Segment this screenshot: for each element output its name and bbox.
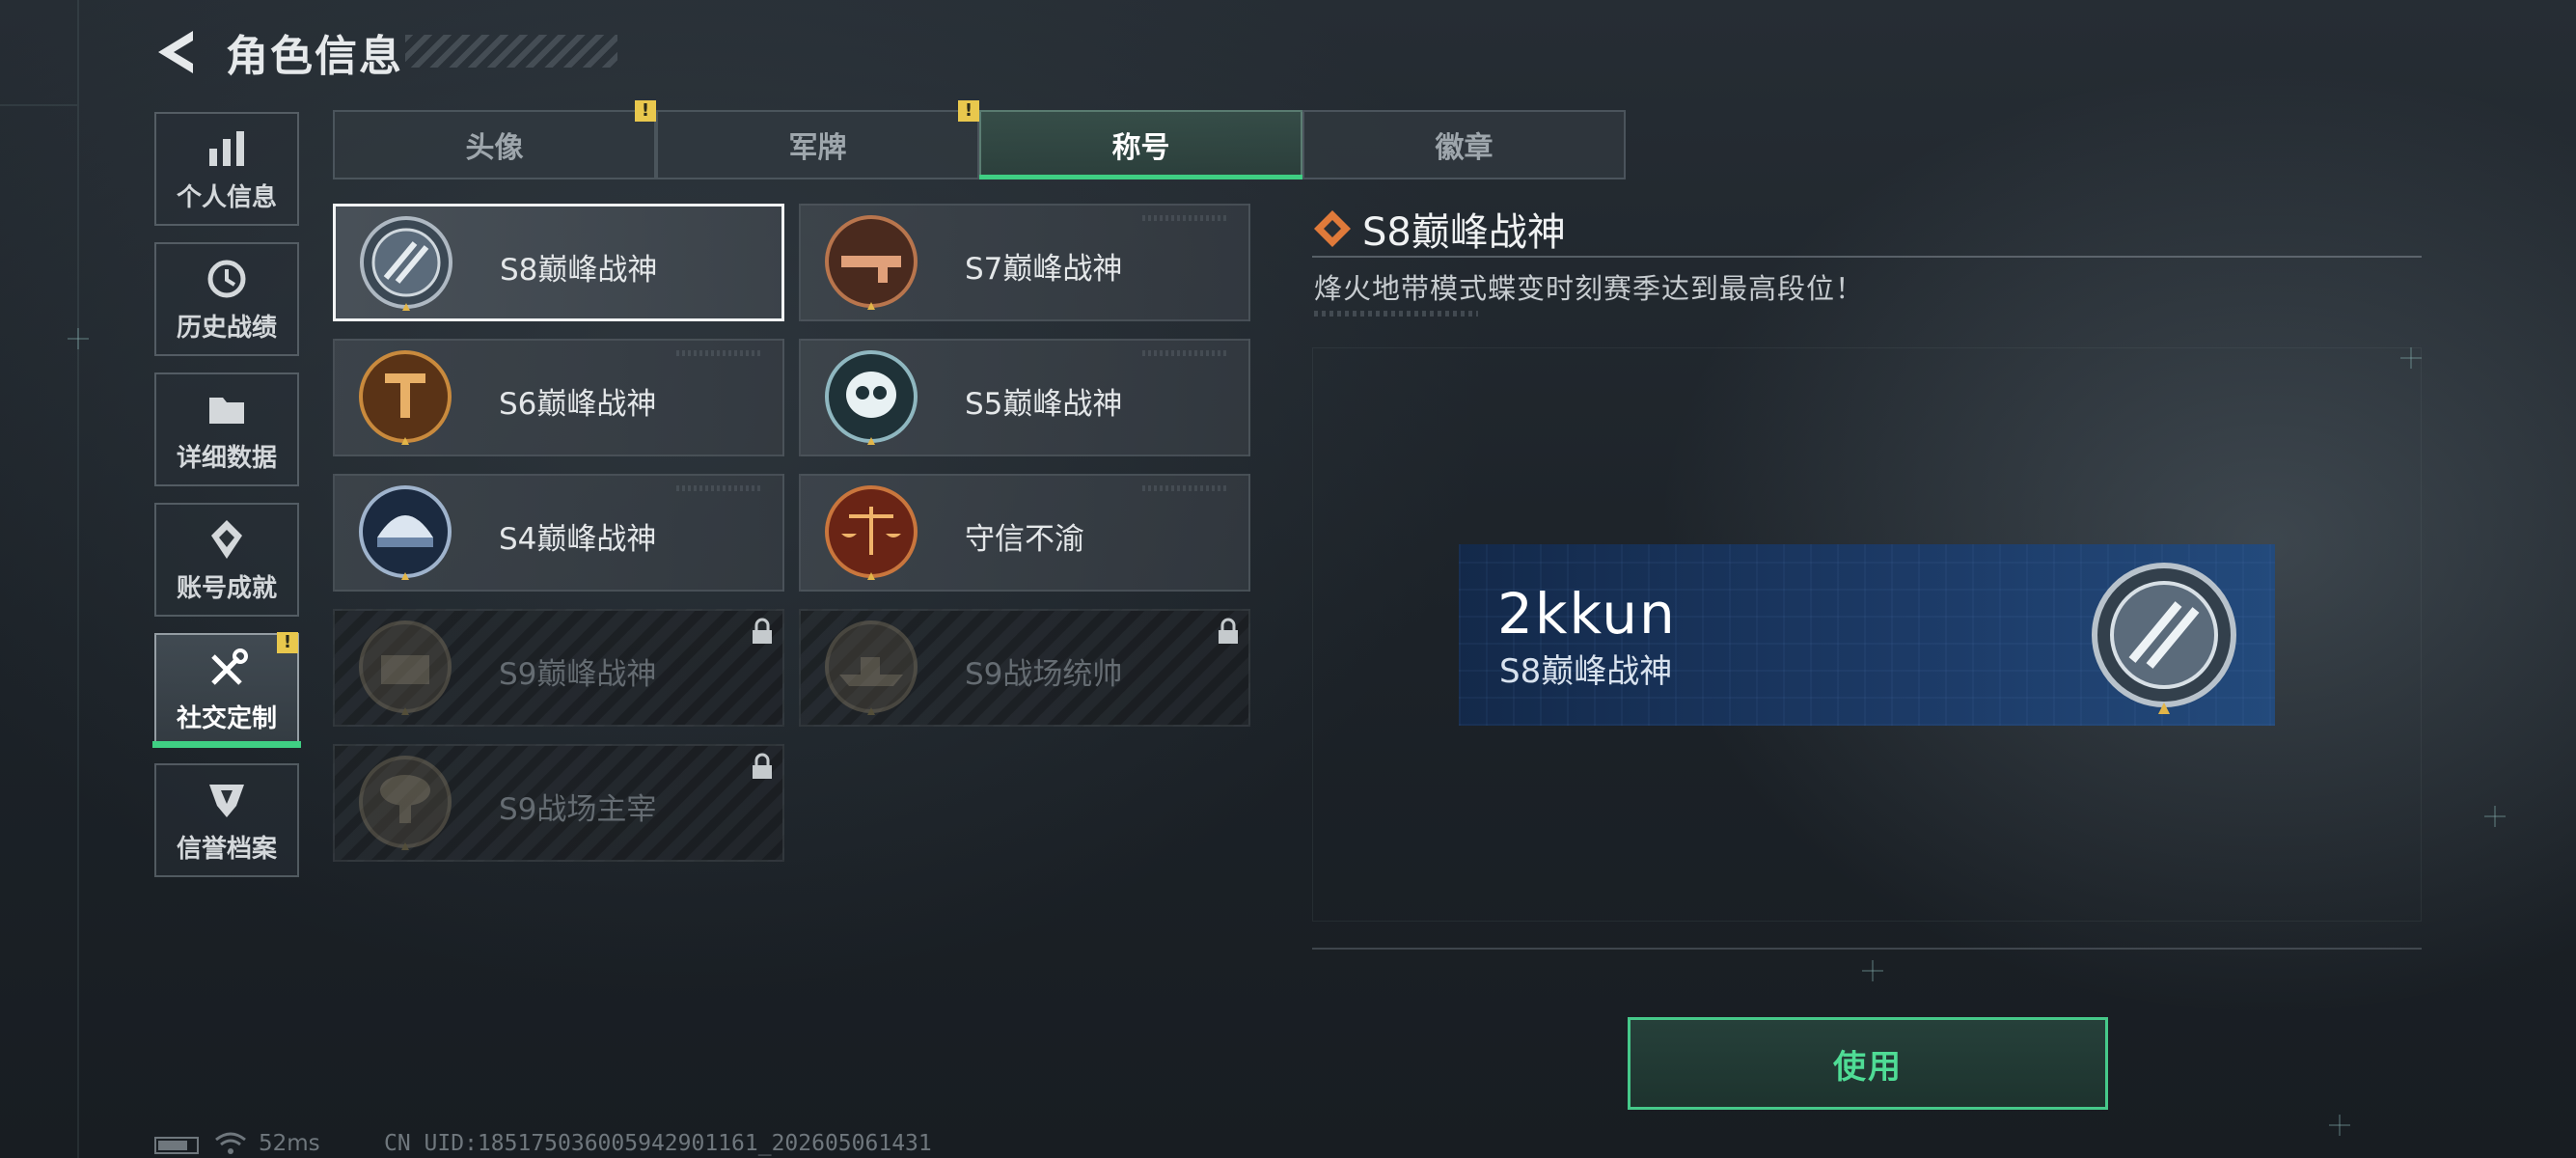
warship-emblem-icon [825, 620, 918, 715]
title-card-locked[interactable]: S9巅峰战神 [333, 609, 784, 727]
ping-readout: 52ms [259, 1131, 320, 1156]
sidebar-item-label: 账号成就 [176, 573, 277, 603]
card-decor-stripe [1142, 485, 1229, 491]
tab-avatar[interactable]: 头像 [333, 110, 656, 179]
title-card[interactable]: S7巅峰战神 [799, 204, 1250, 321]
decor-cross [1862, 960, 1883, 981]
card-decor-stripe [676, 485, 763, 491]
tab-active-indicator [979, 175, 1302, 179]
shield-icon [209, 784, 244, 817]
title-card-locked[interactable]: S9战场主宰 [333, 744, 784, 862]
sidebar-item-label: 历史战绩 [176, 313, 277, 343]
title-decor-stripe [405, 35, 617, 68]
tab-label: 头像 [465, 131, 524, 165]
lock-icon [753, 753, 772, 779]
sidebar-item-label: 社交定制 [176, 703, 277, 733]
uid-readout: CN UID:185175036005942901161_20260506143… [384, 1131, 932, 1156]
sidebar-item-label: 个人信息 [176, 182, 277, 212]
sidebar-item-label: 详细数据 [176, 443, 277, 473]
sidebar-active-indicator [152, 741, 301, 748]
silver-wreath-emblem-icon [2092, 563, 2236, 714]
title-card-name: S7巅峰战神 [965, 252, 1123, 287]
title-card-name: S5巅峰战神 [965, 387, 1123, 422]
sidebar-item-label: 信誉档案 [176, 834, 277, 864]
decor-line [0, 104, 77, 106]
title-card-name: 守信不渝 [965, 522, 1084, 557]
title-card[interactable]: S8巅峰战神 [333, 204, 784, 321]
title-card-name: S4巅峰战神 [499, 522, 657, 557]
page-title: 角色信息 [226, 32, 403, 81]
decor-cross [2484, 806, 2506, 827]
tab-label: 徽章 [1435, 131, 1494, 165]
title-card[interactable]: S5巅峰战神 [799, 339, 1250, 456]
medal-icon [211, 519, 242, 559]
fortress-emblem-icon [359, 620, 452, 715]
card-decor-stripe [1142, 215, 1229, 221]
sidebar-item-achievements[interactable]: 账号成就 [154, 503, 299, 617]
nameplate-title: S8巅峰战神 [1499, 652, 1673, 691]
lock-icon [1219, 618, 1238, 644]
rifle-emblem-icon [825, 215, 918, 310]
detail-description: 烽火地带模式蝶变时刻赛季达到最高段位！ [1314, 272, 1865, 305]
mushroom-cloud-emblem-icon [359, 756, 452, 850]
decor-cross [2329, 1115, 2350, 1136]
title-card[interactable]: S4巅峰战神 [333, 474, 784, 592]
divider [1312, 256, 2422, 258]
card-decor-stripe [1142, 350, 1229, 356]
decor-line [77, 0, 79, 1158]
tab-title[interactable]: 称号 [979, 110, 1302, 179]
sidebar-item-details[interactable]: 详细数据 [154, 372, 299, 486]
sidebar-item-profile[interactable]: 个人信息 [154, 112, 299, 226]
title-card[interactable]: 守信不渝 [799, 474, 1250, 592]
tools-icon [211, 648, 248, 685]
silver-wreath-emblem-icon [360, 216, 452, 311]
title-card-locked[interactable]: S9战场统帅 [799, 609, 1250, 727]
bronze-t-emblem-icon [359, 350, 452, 445]
wifi-icon [215, 1132, 246, 1154]
sidebar-item-history[interactable]: 历史战绩 [154, 242, 299, 356]
title-card-name: S6巅峰战神 [499, 387, 657, 422]
tab-label: 称号 [1111, 131, 1170, 165]
clock-icon [207, 260, 246, 297]
title-card-name: S8巅峰战神 [500, 253, 658, 288]
battery-icon [154, 1137, 199, 1154]
notification-badge: ! [277, 632, 298, 653]
skull-emblem-icon [825, 350, 918, 445]
tab-label: 军牌 [788, 131, 847, 165]
decor-cross [68, 328, 89, 349]
nameplate-preview: 2kkun S8巅峰战神 [1459, 544, 2275, 726]
helmet-emblem-icon [359, 485, 452, 580]
detail-title: S8巅峰战神 [1362, 210, 1566, 255]
title-card-name: S9战场统帅 [965, 657, 1123, 692]
scales-emblem-icon [825, 485, 918, 580]
detail-decor-stripe [1314, 311, 1478, 317]
tab-dogtag[interactable]: 军牌 [656, 110, 979, 179]
back-button[interactable] [154, 27, 201, 77]
title-card-name: S9巅峰战神 [499, 657, 657, 692]
use-button[interactable]: 使用 [1628, 1017, 2108, 1110]
card-decor-stripe [676, 350, 763, 356]
notification-badge: ! [635, 100, 656, 122]
notification-badge: ! [958, 100, 979, 122]
bar-chart-icon [209, 130, 244, 166]
lock-icon [753, 618, 772, 644]
folder-icon [209, 397, 244, 424]
title-card-name: S9战场主宰 [499, 792, 657, 827]
title-card[interactable]: S6巅峰战神 [333, 339, 784, 456]
tab-badge[interactable]: 徽章 [1302, 110, 1626, 179]
nameplate-username: 2kkun [1497, 581, 1677, 647]
diamond-title-icon [1314, 210, 1351, 247]
back-arrow-icon [158, 31, 193, 73]
divider [1312, 948, 2422, 950]
sidebar-item-credit[interactable]: 信誉档案 [154, 763, 299, 877]
